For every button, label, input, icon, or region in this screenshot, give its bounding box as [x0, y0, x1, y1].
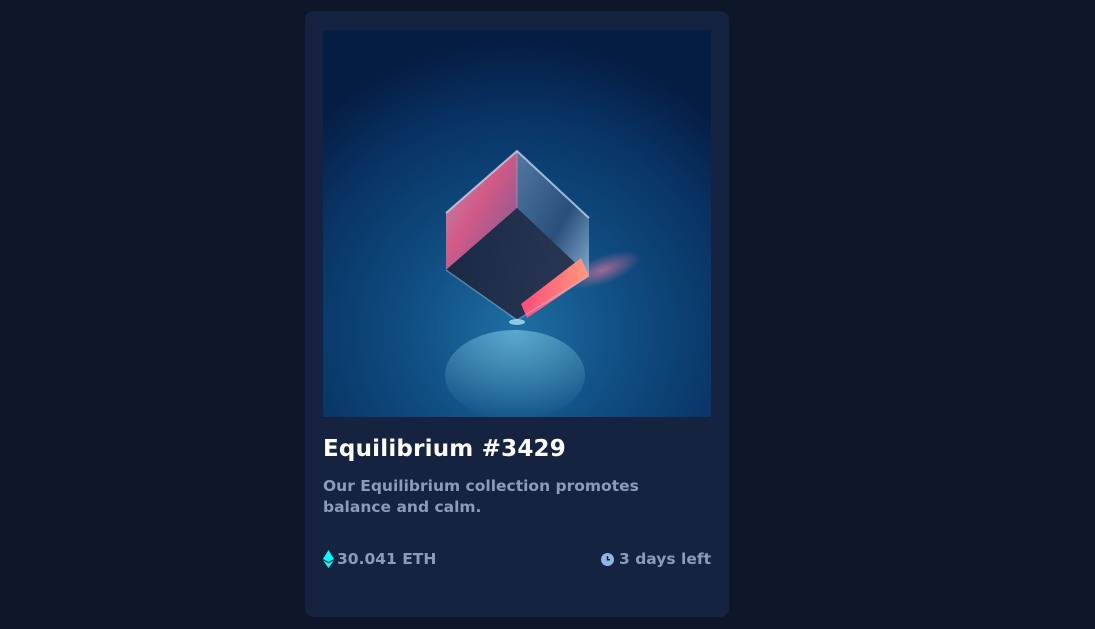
equilibrium-cube-image	[323, 30, 711, 417]
time-info: 3 days left	[601, 550, 711, 568]
card-footer: 30.041 ETH 3 days left	[323, 548, 711, 570]
nft-description: Our Equilibrium collection promotes bala…	[323, 477, 639, 516]
ethereum-icon	[323, 550, 334, 568]
price-info: 30.041 ETH	[323, 550, 436, 568]
price-value: 30.041 ETH	[337, 550, 437, 568]
nft-card: Equilibrium #3429 Our Equilibrium collec…	[305, 11, 729, 617]
clock-icon	[601, 552, 615, 566]
time-left-value: 3 days left	[619, 550, 711, 568]
nft-image[interactable]	[323, 30, 711, 417]
nft-title[interactable]: Equilibrium #3429	[323, 436, 566, 462]
